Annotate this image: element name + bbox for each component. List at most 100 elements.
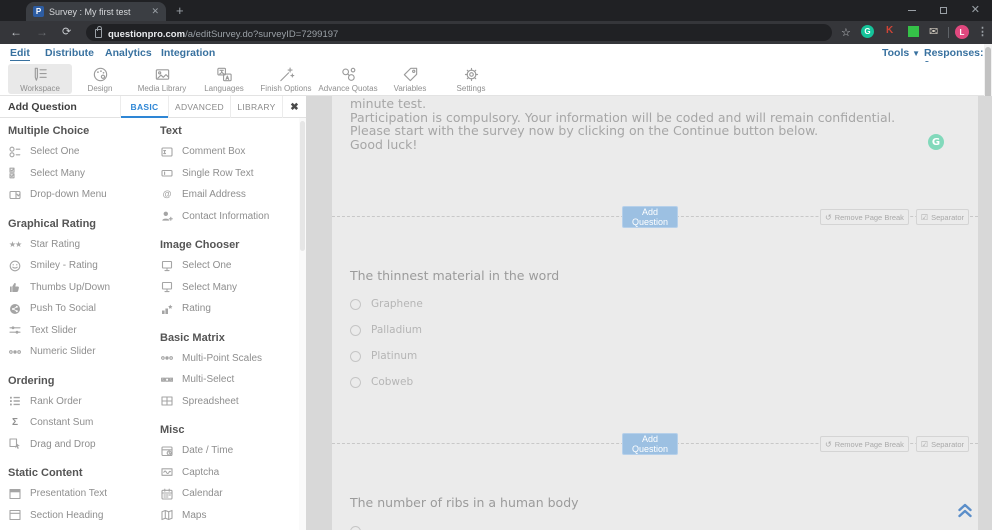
question-type-label: Maps [182, 510, 206, 521]
question-type-label: Text Slider [30, 325, 77, 336]
multi-select-icon [160, 374, 174, 386]
bookmark-star-icon[interactable]: ☆ [841, 26, 851, 41]
toolbar-item-design[interactable]: Design [68, 64, 132, 94]
separator-button[interactable]: ☑Separator [916, 209, 969, 225]
toolbar-item-workspace[interactable]: Workspace [8, 64, 72, 94]
workspace: Add Question BASIC ADVANCED LIBRARY ✖ Mu… [0, 96, 992, 530]
question-group-basic-matrix: Basic MatrixMulti-Point ScalesMulti-Sele… [160, 329, 298, 413]
browser-menu-icon[interactable]: ⋮ [977, 25, 988, 38]
answer-option[interactable]: Graphene [350, 291, 950, 317]
question-type-section-heading[interactable]: Section Heading [8, 505, 152, 527]
survey-intro-text: minute test.Participation is compulsory.… [350, 97, 950, 152]
profile-avatar[interactable]: L [955, 25, 969, 39]
question-type-rating[interactable]: Rating [160, 298, 298, 320]
question-type-select-one[interactable]: Select One [8, 141, 152, 163]
menu-distribute[interactable]: Distribute [45, 47, 94, 59]
mail-extension-icon[interactable]: ✉ [929, 25, 938, 38]
question-type-label: Select Many [30, 168, 85, 179]
question-type-star-rating[interactable]: ★★Star Rating [8, 234, 152, 256]
question-type-push-to-social[interactable]: Push To Social [8, 298, 152, 320]
toolbar-item-advance-quotas[interactable]: Advance Quotas [316, 64, 380, 94]
radio-icon[interactable] [350, 526, 361, 530]
question-type-thumbs-up-down[interactable]: Thumbs Up/Down [8, 277, 152, 299]
question-type-smiley-rating[interactable]: Smiley - Rating [8, 255, 152, 277]
answer-option[interactable]: Palladium [350, 317, 950, 343]
question-type-rank-order[interactable]: Rank Order [8, 391, 152, 413]
back-icon[interactable]: ← [10, 25, 22, 40]
grammarly-widget-icon[interactable]: G [928, 134, 944, 150]
url-bar[interactable]: questionpro.com/a/editSurvey.do?surveyID… [86, 24, 832, 41]
browser-tab-strip: P Survey : My first test ✕ + ✕ [0, 0, 992, 21]
question-type-contact-information[interactable]: Contact Information [160, 206, 298, 228]
new-tab-button[interactable]: + [176, 2, 184, 19]
question-type-text-slider[interactable]: Text Slider [8, 320, 152, 342]
separator-button[interactable]: ☑Separator [916, 436, 969, 452]
question-type-spreadsheet[interactable]: Spreadsheet [160, 391, 298, 413]
question-type-comment-box[interactable]: Comment Box [160, 141, 298, 163]
scroll-to-top-icon[interactable] [956, 501, 974, 519]
question-type-select-one[interactable]: Select One [160, 255, 298, 277]
question-type-select-many[interactable]: Select Many [160, 277, 298, 299]
answer-option[interactable]: Platinum [350, 343, 950, 369]
menu-integration[interactable]: Integration [161, 47, 215, 59]
tab-close-icon[interactable]: ✕ [151, 6, 159, 17]
forward-icon[interactable]: → [36, 25, 48, 40]
question-type-drag-and-drop[interactable]: Drag and Drop [8, 434, 152, 456]
question-type-captcha[interactable]: Captcha [160, 462, 298, 484]
question-type-calendar[interactable]: Calendar [160, 483, 298, 505]
k-extension-icon[interactable]: K [886, 25, 893, 36]
intro-line: Please start with the survey now by clic… [350, 124, 950, 138]
menu-analytics[interactable]: Analytics [105, 47, 152, 59]
question-type-label: Spreadsheet [182, 396, 239, 407]
window-maximize-icon[interactable] [940, 7, 947, 14]
toolbar-item-variables[interactable]: Variables [378, 64, 442, 94]
question-type-presentation-text[interactable]: Presentation Text [8, 483, 152, 505]
tools-menu[interactable]: Tools ▼ [882, 47, 920, 59]
question-group-ordering: OrderingRank OrderΣConstant SumDrag and … [8, 372, 152, 456]
intro-line: minute test. [350, 97, 950, 111]
question-type-maps[interactable]: Maps [160, 505, 298, 527]
question-type-numeric-slider[interactable]: Numeric Slider [8, 341, 152, 363]
sidebar-scrollbar-thumb[interactable] [300, 121, 305, 251]
square-extension-icon[interactable] [908, 26, 919, 37]
toolbar-item-finish-options[interactable]: Finish Options [254, 64, 318, 94]
menu-edit[interactable]: Edit [10, 47, 30, 61]
reload-icon[interactable]: ⟳ [62, 25, 71, 40]
toolbar-item-languages[interactable]: Languages [192, 64, 256, 94]
browser-tab[interactable]: P Survey : My first test ✕ [26, 2, 166, 21]
radio-icon[interactable] [350, 325, 361, 336]
question-type-select-many[interactable]: Select Many [8, 163, 152, 185]
image-select-icon [160, 260, 174, 272]
question-type-multi-select[interactable]: Multi-Select [160, 369, 298, 391]
question-type-multi-point-scales[interactable]: Multi-Point Scales [160, 348, 298, 370]
answer-option[interactable]: Cobweb [350, 369, 950, 395]
answer-option[interactable] [350, 518, 950, 530]
question-type-date-time[interactable]: Date / Time [160, 440, 298, 462]
page-break-divider: Add Question ↺Remove Page Break ☑Separat… [332, 443, 978, 444]
question-type-label: Smiley - Rating [30, 260, 98, 271]
window-close-icon[interactable]: ✕ [971, 5, 980, 16]
thumbs-icon [8, 281, 22, 293]
radio-icon[interactable] [350, 377, 361, 388]
remove-page-break-button[interactable]: ↺Remove Page Break [820, 436, 909, 452]
question-type-single-row-text[interactable]: Single Row Text [160, 163, 298, 185]
question-type-email-address[interactable]: @Email Address [160, 184, 298, 206]
tab-library[interactable]: LIBRARY [230, 96, 282, 118]
toolbar-item-media-library[interactable]: Media Library [130, 64, 194, 94]
add-question-button[interactable]: Add Question [622, 206, 678, 228]
window-minimize-icon[interactable] [908, 10, 916, 11]
grammarly-extension-icon[interactable]: G [861, 25, 874, 38]
question-type-drop-down-menu[interactable]: Drop-down Menu [8, 184, 152, 206]
remove-page-break-button[interactable]: ↺Remove Page Break [820, 209, 909, 225]
panel-close-icon[interactable]: ✖ [282, 96, 306, 118]
sidebar-scrollbar[interactable] [299, 118, 306, 530]
tab-advanced[interactable]: ADVANCED [168, 96, 230, 118]
undo-icon: ↺ [825, 213, 832, 222]
add-question-button[interactable]: Add Question [622, 433, 678, 455]
question-type-constant-sum[interactable]: ΣConstant Sum [8, 412, 152, 434]
tab-basic[interactable]: BASIC [120, 96, 168, 118]
media-library-icon [154, 66, 171, 83]
radio-icon[interactable] [350, 299, 361, 310]
toolbar-item-settings[interactable]: Settings [439, 64, 503, 94]
radio-icon[interactable] [350, 351, 361, 362]
